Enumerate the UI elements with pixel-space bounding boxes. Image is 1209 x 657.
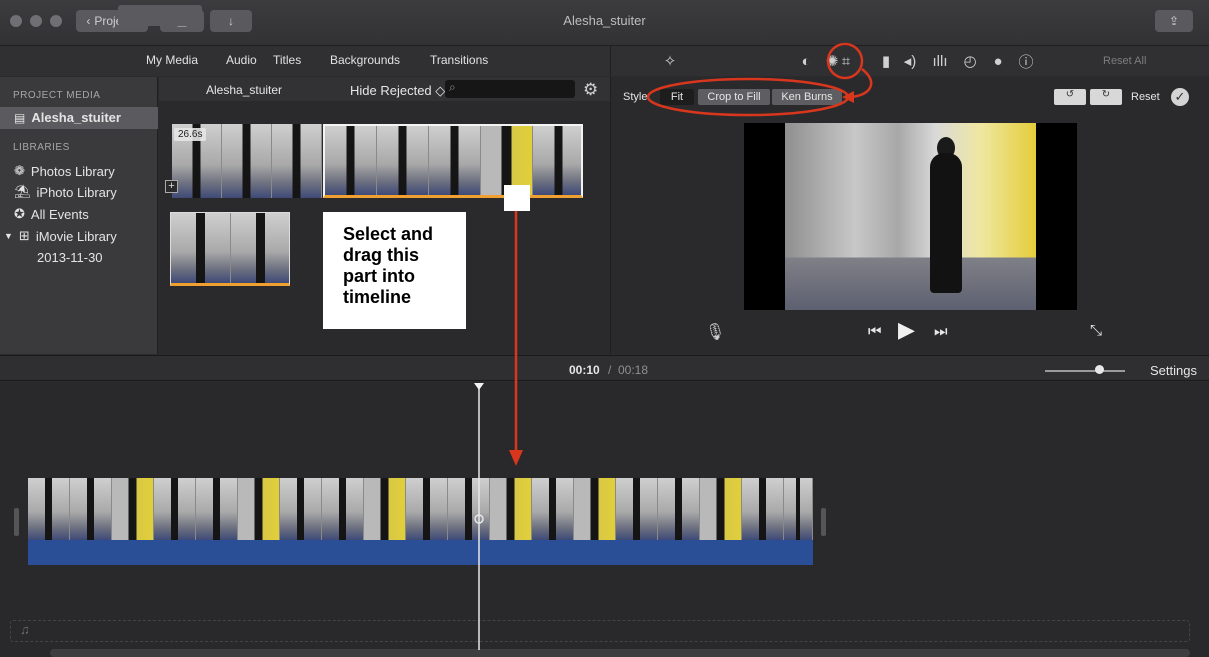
- annotation-overlay: [474, 42, 873, 650]
- crop-arrow-curve: [851, 68, 873, 99]
- crop-highlight-circle: [826, 42, 864, 80]
- drag-arrowhead: [509, 450, 523, 466]
- playhead-marker: [474, 383, 484, 390]
- style-highlight-ellipse: [646, 77, 850, 117]
